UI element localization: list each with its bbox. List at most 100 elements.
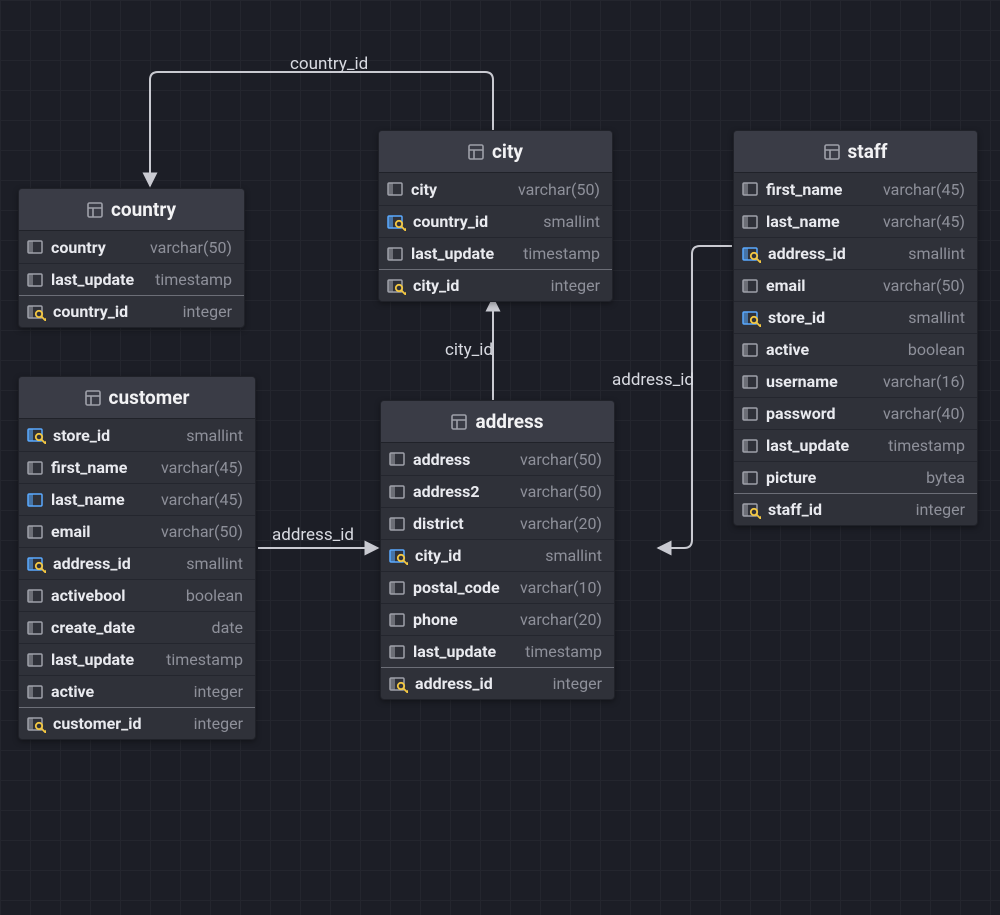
column-icon bbox=[742, 278, 758, 294]
column-icon bbox=[387, 246, 403, 262]
column-type: boolean bbox=[186, 586, 243, 605]
column-row[interactable]: postal_codevarchar(10) bbox=[381, 571, 614, 603]
column-row[interactable]: last_updatetimestamp bbox=[19, 263, 244, 295]
fk-column-icon bbox=[27, 492, 43, 508]
edge-label-address-id-l: address_id bbox=[272, 525, 354, 545]
column-row[interactable]: activeinteger bbox=[19, 675, 255, 707]
table-title: customer bbox=[109, 386, 190, 409]
column-icon bbox=[389, 644, 405, 660]
column-type: timestamp bbox=[888, 436, 965, 455]
column-row[interactable]: districtvarchar(20) bbox=[381, 507, 614, 539]
column-row[interactable]: usernamevarchar(16) bbox=[734, 365, 977, 397]
column-row[interactable]: passwordvarchar(40) bbox=[734, 397, 977, 429]
column-type: varchar(50) bbox=[883, 276, 965, 295]
fk-key-icon bbox=[389, 548, 407, 564]
column-row[interactable]: cityvarchar(50) bbox=[379, 173, 612, 205]
column-name: address_id bbox=[415, 674, 493, 693]
column-row[interactable]: city_idinteger bbox=[379, 269, 612, 301]
pk-icon bbox=[27, 716, 45, 732]
column-name: country_id bbox=[413, 212, 488, 231]
column-name: last_name bbox=[51, 490, 125, 509]
edge-label-city-id: city_id bbox=[445, 340, 493, 360]
column-row[interactable]: countryvarchar(50) bbox=[19, 231, 244, 263]
table-header[interactable]: staff bbox=[734, 131, 977, 173]
column-row[interactable]: first_namevarchar(45) bbox=[19, 451, 255, 483]
column-row[interactable]: customer_id integer bbox=[19, 707, 255, 739]
column-row[interactable]: last_name varchar(45) bbox=[19, 483, 255, 515]
pk-icon bbox=[387, 278, 405, 294]
table-staff[interactable]: stafffirst_namevarchar(45)last_namevarch… bbox=[733, 130, 978, 526]
column-name: store_id bbox=[768, 308, 825, 327]
column-row[interactable]: address_idsmallint bbox=[19, 547, 255, 579]
table-header[interactable]: country bbox=[19, 189, 244, 231]
column-type: varchar(45) bbox=[161, 490, 243, 509]
column-name: picture bbox=[766, 468, 816, 487]
column-row[interactable]: staff_idinteger bbox=[734, 493, 977, 525]
table-title: country bbox=[111, 198, 176, 221]
table-icon bbox=[451, 414, 467, 430]
table-title: city bbox=[492, 140, 523, 163]
column-type: varchar(50) bbox=[520, 482, 602, 501]
column-row[interactable]: address2 varchar(50) bbox=[381, 475, 614, 507]
column-row[interactable]: activeboolean bbox=[734, 333, 977, 365]
column-name: address_id bbox=[53, 554, 131, 573]
column-row[interactable]: first_name varchar(45) bbox=[734, 173, 977, 205]
column-type: integer bbox=[183, 302, 232, 321]
column-row[interactable]: emailvarchar(50) bbox=[734, 269, 977, 301]
column-row[interactable]: last_updatetimestamp bbox=[379, 237, 612, 269]
column-row[interactable]: create_datedate bbox=[19, 611, 255, 643]
column-icon bbox=[742, 406, 758, 422]
table-title: address bbox=[475, 410, 543, 433]
column-row[interactable]: last_updatetimestamp bbox=[381, 635, 614, 667]
column-row[interactable]: store_idsmallint bbox=[19, 419, 255, 451]
column-row[interactable]: picturebytea bbox=[734, 461, 977, 493]
table-customer[interactable]: customerstore_idsmallintfirst_namevarcha… bbox=[18, 376, 256, 740]
column-row[interactable]: emailvarchar(50) bbox=[19, 515, 255, 547]
column-icon bbox=[742, 438, 758, 454]
column-type: integer bbox=[194, 714, 243, 733]
column-type: integer bbox=[194, 682, 243, 701]
column-row[interactable]: address_idinteger bbox=[381, 667, 614, 699]
column-type: integer bbox=[916, 500, 965, 519]
fk-key-icon bbox=[387, 214, 405, 230]
column-row[interactable]: last_updatetimestamp bbox=[19, 643, 255, 675]
column-icon bbox=[27, 460, 43, 476]
column-name: last_update bbox=[411, 244, 494, 263]
column-icon bbox=[27, 684, 43, 700]
column-icon bbox=[387, 181, 403, 197]
column-name: last_name bbox=[766, 212, 840, 231]
column-row[interactable]: phonevarchar(20) bbox=[381, 603, 614, 635]
column-row[interactable]: address_idsmallint bbox=[734, 237, 977, 269]
fk-key-icon bbox=[27, 427, 45, 443]
column-name: city_id bbox=[413, 276, 459, 295]
column-row[interactable]: store_idsmallint bbox=[734, 301, 977, 333]
table-header[interactable]: city bbox=[379, 131, 612, 173]
column-name: address2 bbox=[413, 482, 480, 501]
table-address[interactable]: address addressvarchar(50) address2 varchar… bbox=[380, 400, 615, 700]
column-row[interactable]: last_namevarchar(45) bbox=[734, 205, 977, 237]
column-row[interactable]: activeboolboolean bbox=[19, 579, 255, 611]
column-name: first_name bbox=[51, 458, 127, 477]
table-country[interactable]: country countryvarchar(50)last_updatetime… bbox=[18, 188, 245, 328]
table-city[interactable]: citycityvarchar(50)country_idsmallintlas… bbox=[378, 130, 613, 302]
column-name: customer_id bbox=[53, 714, 141, 733]
table-header[interactable]: customer bbox=[19, 377, 255, 419]
column-row[interactable]: addressvarchar(50) bbox=[381, 443, 614, 475]
column-icon bbox=[389, 484, 405, 500]
column-row[interactable]: last_updatetimestamp bbox=[734, 429, 977, 461]
fk-key-icon bbox=[27, 556, 45, 572]
table-header[interactable]: address bbox=[381, 401, 614, 443]
column-row[interactable]: city_idsmallint bbox=[381, 539, 614, 571]
column-icon bbox=[27, 239, 43, 255]
column-type: varchar(50) bbox=[520, 450, 602, 469]
column-row[interactable]: country_idsmallint bbox=[379, 205, 612, 237]
column-name: address_id bbox=[768, 244, 846, 263]
edge-label-country-id: country_id bbox=[290, 54, 368, 74]
column-type: varchar(50) bbox=[161, 522, 243, 541]
column-name: first_name bbox=[766, 180, 842, 199]
column-type: date bbox=[212, 618, 243, 637]
column-name: username bbox=[766, 372, 838, 391]
column-type: boolean bbox=[908, 340, 965, 359]
column-row[interactable]: country_idinteger bbox=[19, 295, 244, 327]
column-type: varchar(45) bbox=[883, 180, 965, 199]
